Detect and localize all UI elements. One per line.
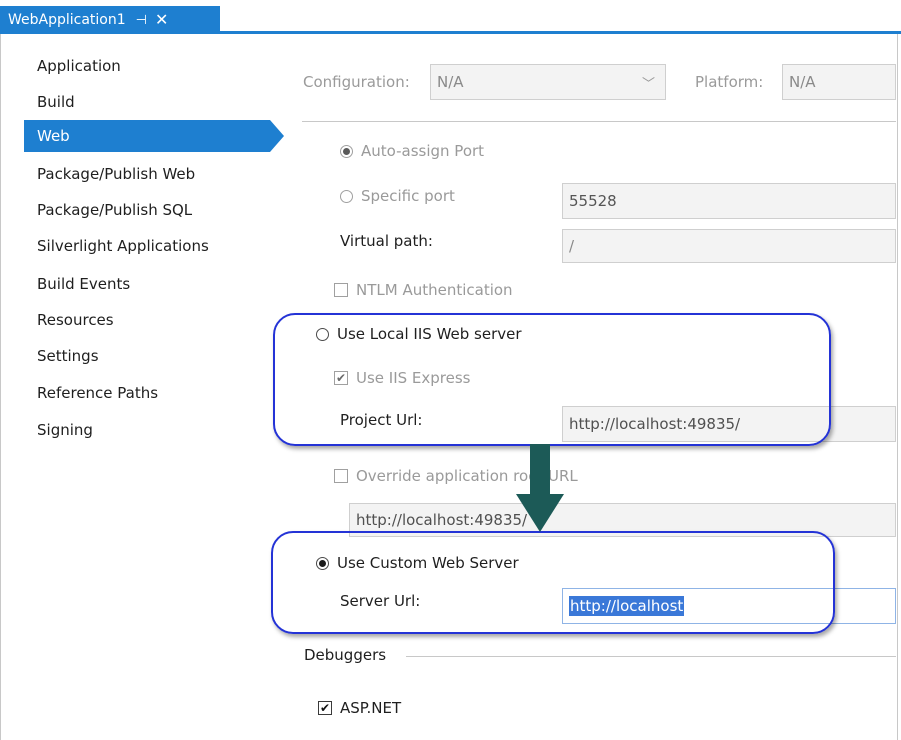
sidebar-item-label: Application (37, 57, 121, 75)
sidebar-item-application[interactable]: Application (24, 50, 270, 82)
tab-webapplication1[interactable]: WebApplication1 ⊣ ✕ (0, 6, 220, 34)
ntlm-authentication-label: NTLM Authentication (356, 281, 513, 299)
local-iis-highlight-box (273, 313, 831, 446)
configuration-dropdown[interactable]: N/A ﹀ (430, 64, 666, 100)
override-root-url-checkbox[interactable] (334, 469, 348, 483)
close-icon[interactable]: ✕ (155, 12, 168, 28)
override-root-url-value: http://localhost:49835/ (356, 511, 528, 529)
virtual-path-value: / (569, 237, 575, 255)
window-right-border (897, 34, 901, 740)
configuration-label: Configuration: (303, 73, 410, 91)
custom-server-highlight-box (271, 531, 835, 634)
virtual-path-label: Virtual path: (340, 232, 433, 250)
sidebar-item-label: Web (37, 127, 70, 145)
arrow-shaft (530, 444, 550, 499)
tab-title: WebApplication1 (8, 12, 126, 28)
platform-label: Platform: (695, 73, 764, 91)
ntlm-authentication-checkbox[interactable] (334, 283, 348, 297)
selected-arrow-indicator (270, 120, 284, 152)
sidebar-item-web[interactable]: Web (24, 120, 270, 152)
specific-port-radio[interactable] (340, 189, 353, 203)
auto-assign-port-radio[interactable] (340, 144, 353, 158)
sidebar-item-label: Signing (37, 421, 93, 439)
debuggers-divider (406, 656, 896, 657)
debuggers-heading: Debuggers (304, 646, 387, 664)
auto-assign-port-option[interactable]: Auto-assign Port (340, 142, 484, 160)
ntlm-authentication-option[interactable]: NTLM Authentication (334, 281, 513, 299)
specific-port-option[interactable]: Specific port (340, 187, 455, 205)
sidebar-item-label: Settings (37, 347, 99, 365)
sidebar-item-package-publish-web[interactable]: Package/Publish Web (24, 158, 270, 190)
sidebar-item-label: Build (37, 93, 75, 111)
down-arrow-annotation (516, 444, 564, 532)
platform-dropdown[interactable]: N/A (782, 64, 896, 100)
sidebar-item-silverlight-applications[interactable]: Silverlight Applications (24, 230, 270, 262)
specific-port-input[interactable]: 55528 (562, 183, 896, 219)
pin-icon[interactable]: ⊣ (136, 14, 147, 27)
aspnet-checkbox[interactable]: ✔ (318, 701, 332, 715)
platform-value: N/A (789, 73, 816, 91)
sidebar-item-label: Silverlight Applications (37, 237, 209, 255)
aspnet-debugger-option[interactable]: ✔ ASP.NET (318, 699, 401, 717)
sidebar-item-label: Reference Paths (37, 384, 159, 402)
chevron-down-icon: ﹀ (641, 77, 655, 92)
config-divider (302, 121, 896, 122)
sidebar-item-package-publish-sql[interactable]: Package/Publish SQL (24, 194, 270, 226)
specific-port-label: Specific port (361, 187, 455, 205)
sidebar-item-label: Package/Publish Web (37, 165, 196, 183)
sidebar-item-reference-paths[interactable]: Reference Paths (24, 377, 270, 409)
sidebar-item-build-events[interactable]: Build Events (24, 268, 270, 300)
window-left-border (0, 34, 5, 740)
configuration-value: N/A (437, 73, 464, 91)
sidebar-item-settings[interactable]: Settings (24, 340, 270, 372)
arrow-head (516, 494, 564, 532)
aspnet-label: ASP.NET (340, 699, 402, 717)
sidebar-item-label: Package/Publish SQL (37, 201, 193, 219)
sidebar-item-build[interactable]: Build (24, 86, 270, 118)
sidebar-item-label: Build Events (37, 275, 131, 293)
sidebar-item-signing[interactable]: Signing (24, 414, 270, 446)
virtual-path-input[interactable]: / (562, 229, 896, 263)
specific-port-value: 55528 (569, 192, 617, 210)
sidebar-item-label: Resources (37, 311, 114, 329)
auto-assign-port-label: Auto-assign Port (361, 142, 485, 160)
sidebar-item-resources[interactable]: Resources (24, 304, 270, 336)
